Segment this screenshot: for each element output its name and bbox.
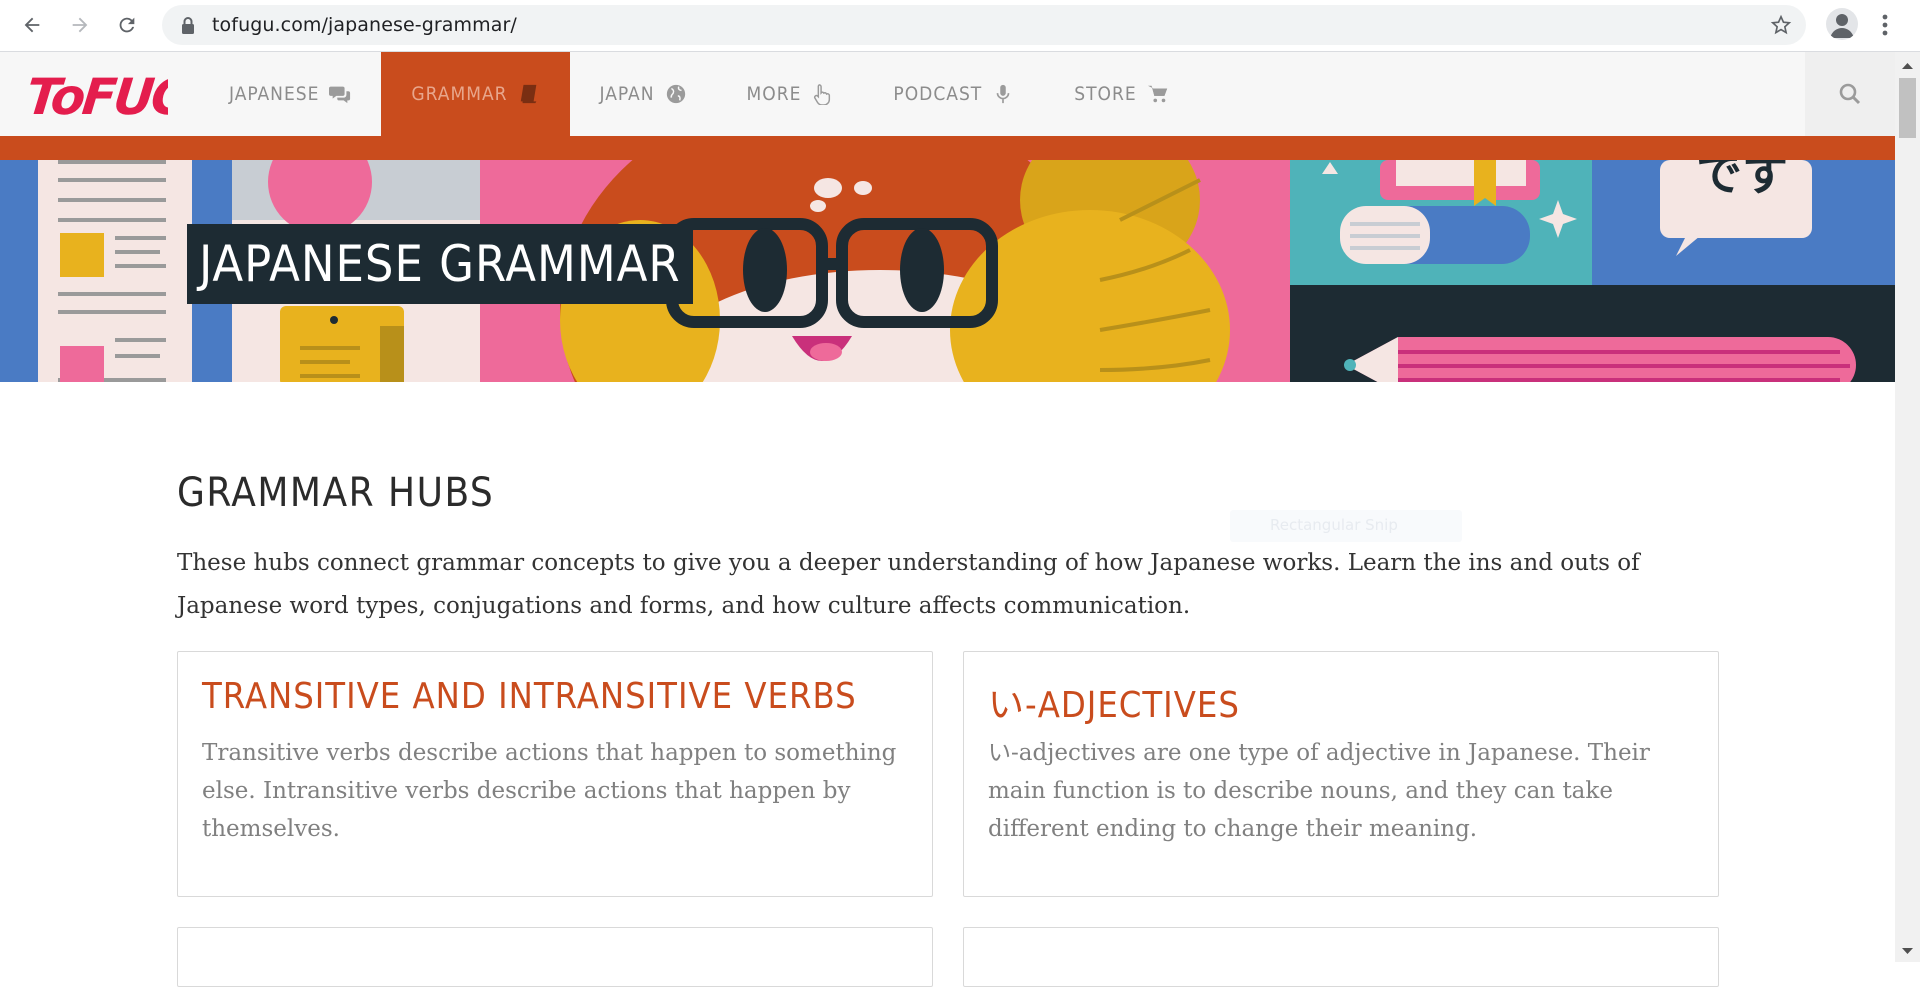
scroll-down-arrow-icon[interactable] xyxy=(1901,944,1914,957)
menu-item-label: STORE xyxy=(1074,83,1137,105)
tofugu-logo[interactable]: ToFUGU xyxy=(28,64,168,124)
hub-card-partial[interactable] xyxy=(963,927,1719,987)
chat-bubbles-icon xyxy=(329,86,351,104)
lock-icon xyxy=(182,17,194,34)
menu-item-store[interactable]: STORE xyxy=(1044,52,1198,136)
menu-item-label: PODCAST xyxy=(893,83,983,105)
profile-icon[interactable] xyxy=(1826,8,1858,40)
hub-card-description: い-adjectives are one type of adjective i… xyxy=(988,740,1650,842)
intro-paragraph: These hubs connect grammar concepts to g… xyxy=(177,550,1640,619)
browser-toolbar: tofugu.com/japanese-grammar/ xyxy=(0,0,1920,52)
hub-card-partial[interactable] xyxy=(177,927,933,987)
menu-item-more[interactable]: MORE xyxy=(717,52,864,136)
menu-item-podcast[interactable]: PODCAST xyxy=(863,52,1044,136)
hub-card[interactable]: い-ADJECTIVES い-adjectives are one type o… xyxy=(963,651,1719,897)
star-icon[interactable] xyxy=(1770,14,1792,36)
kebab-menu-icon[interactable] xyxy=(1875,10,1895,40)
main-menu: JAPANESE GRAMMAR JAPAN MORE PODCAST STOR… xyxy=(199,52,1199,136)
menu-item-label: JAPANESE xyxy=(229,83,320,105)
logo-text: ToFUGU xyxy=(28,67,168,124)
hub-card[interactable]: TRANSITIVE AND INTRANSITIVE VERBS Transi… xyxy=(177,651,933,897)
site-header: ToFUGU JAPANESE GRAMMAR JAPAN MORE PODCA… xyxy=(0,52,1895,136)
snip-tooltip-ghost: Rectangular Snip xyxy=(1230,510,1462,542)
section-title: GRAMMAR HUBS xyxy=(177,470,495,516)
menu-item-japan[interactable]: JAPAN xyxy=(570,52,717,136)
menu-item-grammar[interactable]: GRAMMAR xyxy=(381,52,570,136)
search-icon xyxy=(1839,83,1861,105)
hero-banner: です JAPANESE GRAMMAR xyxy=(0,160,1895,382)
main-content: GRAMMAR HUBS These hubs connect grammar … xyxy=(177,470,1719,628)
menu-item-label: MORE xyxy=(746,83,802,105)
hub-card-description: Transitive verbs describe actions that h… xyxy=(202,740,897,842)
header-accent-bar xyxy=(0,136,1895,160)
page-scrollbar[interactable] xyxy=(1895,52,1920,962)
back-arrow-icon[interactable] xyxy=(17,10,47,40)
reload-icon[interactable] xyxy=(112,10,142,40)
menu-item-label: GRAMMAR xyxy=(411,83,508,105)
hub-card-title[interactable]: TRANSITIVE AND INTRANSITIVE VERBS xyxy=(202,676,857,717)
hand-pointer-icon xyxy=(814,84,831,105)
scroll-up-arrow-icon[interactable] xyxy=(1901,60,1914,73)
url-text: tofugu.com/japanese-grammar/ xyxy=(212,14,517,36)
scrollbar-thumb[interactable] xyxy=(1899,78,1916,138)
snip-tooltip-label: Rectangular Snip xyxy=(1270,516,1398,534)
book-icon xyxy=(520,84,536,104)
speech-bubble-text: です xyxy=(1696,160,1788,201)
cart-icon xyxy=(1147,85,1167,103)
address-bar[interactable]: tofugu.com/japanese-grammar/ xyxy=(162,5,1806,45)
forward-arrow-icon[interactable] xyxy=(65,10,95,40)
search-button[interactable] xyxy=(1805,52,1895,136)
hub-card-title[interactable]: い-ADJECTIVES xyxy=(988,676,1240,728)
globe-icon xyxy=(666,84,685,104)
menu-item-japanese[interactable]: JAPANESE xyxy=(199,52,381,136)
microphone-icon xyxy=(996,84,1010,104)
menu-item-label: JAPAN xyxy=(599,83,655,105)
page-title: JAPANESE GRAMMAR xyxy=(187,224,693,304)
